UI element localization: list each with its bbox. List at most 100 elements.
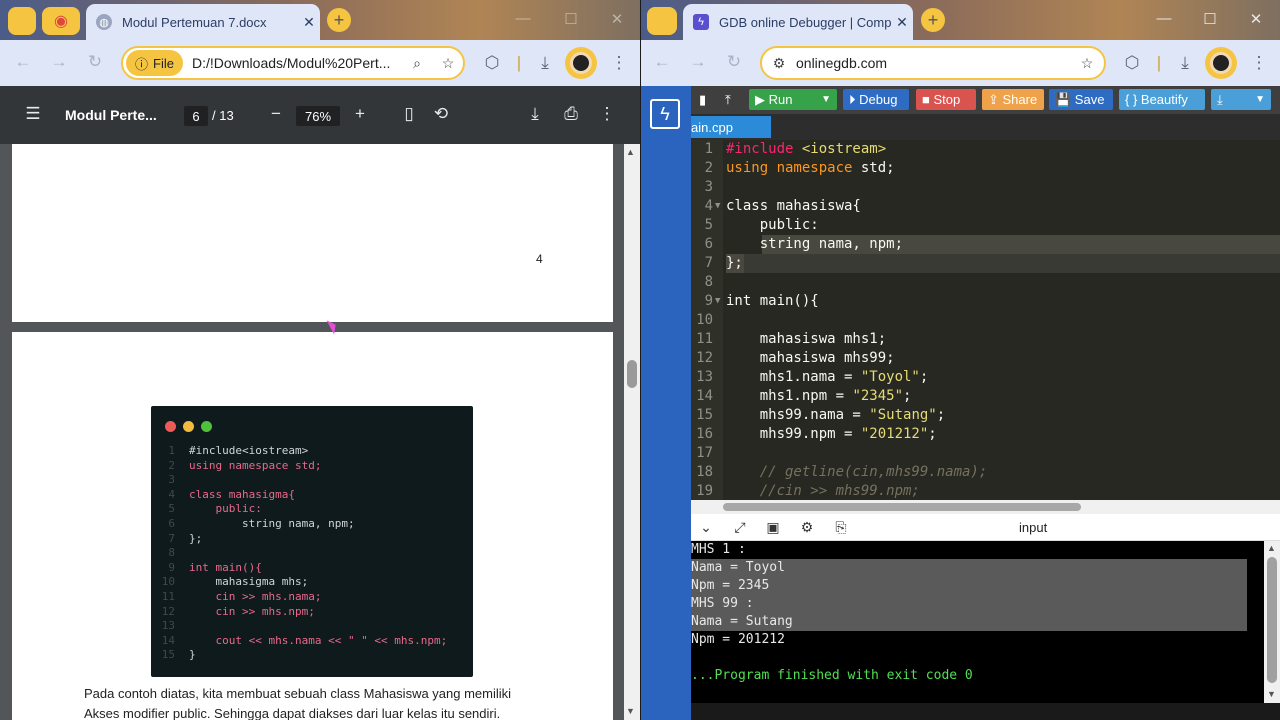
editor-line[interactable]: 15 mhs99.nama = "Sutang";	[691, 406, 1280, 425]
profile-pill[interactable]	[8, 7, 36, 35]
editor-line[interactable]: 13 mhs1.nama = "Toyol";	[691, 368, 1280, 387]
close-window-icon[interactable]: ✕	[1241, 10, 1271, 28]
menu-dots-icon[interactable]: ⋮	[608, 53, 630, 73]
stop-button[interactable]: ■ Stop	[916, 89, 976, 110]
tab-title: GDB online Debugger | Compil	[719, 14, 891, 30]
scrollbar-thumb[interactable]	[1267, 557, 1277, 683]
file-tab-main-cpp[interactable]: ain.cpp	[691, 116, 771, 138]
pdf-more-icon[interactable]: ⋮	[595, 104, 619, 124]
page-number-input[interactable]: 6	[184, 106, 208, 126]
editor-line[interactable]: 9 ▼ int main(){	[691, 292, 1280, 311]
bookmark-star-icon[interactable]: ☆	[433, 55, 463, 72]
share-button[interactable]: ⇪ Share	[982, 89, 1044, 110]
console-scrollbar[interactable]: ▲ ▼	[1264, 541, 1280, 703]
rotate-icon[interactable]: ⟲	[429, 104, 453, 124]
editor-line[interactable]: 1 #include <iostream>	[691, 140, 1280, 159]
scroll-down-icon[interactable]: ▼	[1267, 689, 1276, 699]
tab-modul-pertemuan[interactable]: ◍ Modul Pertemuan 7.docx ✕	[86, 4, 320, 40]
pdf-scrollbar[interactable]: ▲ ▼	[624, 144, 640, 720]
forward-icon[interactable]: →	[48, 52, 70, 72]
editor-line[interactable]: 12 mahasiswa mhs99;	[691, 349, 1280, 368]
download-icon[interactable]: ⤓	[534, 53, 556, 73]
editor-line[interactable]: 7};	[691, 254, 1280, 273]
print-icon[interactable]: ⎙	[559, 104, 583, 124]
fit-page-icon[interactable]: ▯	[397, 104, 421, 124]
back-icon[interactable]: ←	[651, 52, 673, 72]
save-button[interactable]: 💾 Save	[1049, 89, 1113, 110]
hamburger-menu-icon[interactable]: ☰	[21, 104, 45, 124]
close-tab-icon[interactable]: ✕	[298, 14, 320, 31]
pdf-download-icon[interactable]: ⤓	[523, 104, 547, 124]
run-button[interactable]: ▶ Run ▼	[749, 89, 837, 110]
run-dropdown-icon[interactable]: ▼	[821, 94, 831, 105]
editor-line[interactable]: 16 mhs99.npm = "201212";	[691, 425, 1280, 444]
minimize-icon[interactable]: —	[1149, 10, 1179, 27]
record-icon[interactable]: ◉	[42, 7, 80, 35]
maximize-icon[interactable]: ☐	[556, 10, 586, 28]
editor-line[interactable]: 3	[691, 178, 1280, 197]
editor-line[interactable]: 8	[691, 273, 1280, 292]
bookmark-star-icon[interactable]: ☆	[1070, 55, 1104, 72]
zoom-input[interactable]: 76%	[296, 106, 340, 126]
profile-pill[interactable]	[647, 7, 677, 35]
settings-gear-icon[interactable]: ⚙	[797, 519, 817, 536]
editor-line[interactable]: 17	[691, 444, 1280, 463]
scrollbar-thumb[interactable]	[627, 360, 637, 388]
close-tab-icon[interactable]: ✕	[891, 14, 913, 31]
avatar[interactable]	[565, 47, 597, 79]
editor-line[interactable]: 4 ▼ class mahasiswa{	[691, 197, 1280, 216]
forward-icon[interactable]: →	[687, 52, 709, 72]
editor-line[interactable]: 19 //cin >> mhs99.npm;	[691, 482, 1280, 500]
file-chip[interactable]: ⓘ File	[126, 50, 183, 76]
editor-line[interactable]: 6 string nama, npm;	[691, 235, 1280, 254]
editor-line[interactable]: 14 mhs1.npm = "2345";	[691, 387, 1280, 406]
minimize-icon[interactable]: —	[508, 10, 538, 27]
tab-gdb-online[interactable]: ϟ GDB online Debugger | Compil ✕	[683, 4, 913, 40]
output-console[interactable]: MHS 1 : Nama = Toyol Npm = 2345 MHS 99 : Nam…	[691, 541, 1264, 703]
save-cloud-icon[interactable]: ⤒	[719, 89, 737, 110]
download-code-button[interactable]: ⤓ ▼	[1211, 89, 1271, 110]
zoom-out-icon[interactable]: −	[264, 104, 288, 124]
extensions-icon[interactable]: ⬡	[1121, 53, 1143, 73]
address-bar[interactable]: ⓘ File D:/!Downloads/Modul%20Pert... ⌕ ☆	[121, 46, 465, 80]
pdf-viewer[interactable]: 4 1 #include<iostream> 2 using namespace st…	[0, 144, 624, 720]
console-line: MHS 99 :	[691, 596, 754, 611]
extensions-icon[interactable]: ⬡	[481, 53, 503, 73]
site-settings-icon[interactable]: ⚙	[762, 55, 796, 72]
upload-file-icon[interactable]: ▮	[693, 89, 712, 110]
back-icon[interactable]: ←	[12, 52, 34, 72]
reload-icon[interactable]: ↻	[84, 52, 106, 72]
zoom-in-icon[interactable]: +	[348, 104, 372, 124]
debug-button[interactable]: ⏵ Debug	[843, 89, 909, 110]
editor-line[interactable]: 2 using namespace std;	[691, 159, 1280, 178]
expand-icon[interactable]: ⤢	[730, 519, 750, 536]
maximize-icon[interactable]: ☐	[1195, 10, 1225, 28]
scrollbar-thumb[interactable]	[723, 503, 1081, 511]
collapse-chevron-icon[interactable]: ⌄	[696, 519, 716, 536]
copy-output-icon[interactable]: ⎘	[831, 519, 851, 536]
close-window-icon[interactable]: ✕	[602, 10, 632, 28]
code-editor[interactable]: 1 #include <iostream> 2 using namespace std…	[691, 140, 1280, 500]
fold-arrow-icon[interactable]: ▼	[715, 197, 720, 216]
scroll-up-icon[interactable]: ▲	[626, 147, 635, 157]
reload-icon[interactable]: ↻	[723, 52, 745, 72]
download-dropdown-icon[interactable]: ▼	[1255, 94, 1265, 105]
fold-arrow-icon[interactable]: ▼	[715, 292, 720, 311]
editor-line[interactable]: 18 // getline(cin,mhs99.nama);	[691, 463, 1280, 482]
scroll-down-icon[interactable]: ▼	[626, 706, 635, 716]
address-bar[interactable]: ⚙ onlinegdb.com ☆	[760, 46, 1106, 80]
editor-line[interactable]: 10	[691, 311, 1280, 330]
menu-dots-icon[interactable]: ⋮	[1248, 53, 1270, 73]
gdb-logo-icon[interactable]: ϟ	[650, 99, 680, 129]
scroll-up-icon[interactable]: ▲	[1267, 543, 1276, 553]
editor-line[interactable]: 11 mahasiswa mhs1;	[691, 330, 1280, 349]
layout-toggle-icon[interactable]: ▣	[763, 519, 783, 536]
beautify-button[interactable]: { } Beautify	[1119, 89, 1205, 110]
new-tab-button[interactable]: +	[327, 8, 351, 32]
avatar[interactable]	[1205, 47, 1237, 79]
editor-line[interactable]: 5 public:	[691, 216, 1280, 235]
zoom-search-icon[interactable]: ⌕	[401, 55, 433, 72]
editor-hscrollbar[interactable]	[691, 500, 1280, 514]
new-tab-button[interactable]: +	[921, 8, 945, 32]
download-icon[interactable]: ⤓	[1174, 53, 1196, 73]
